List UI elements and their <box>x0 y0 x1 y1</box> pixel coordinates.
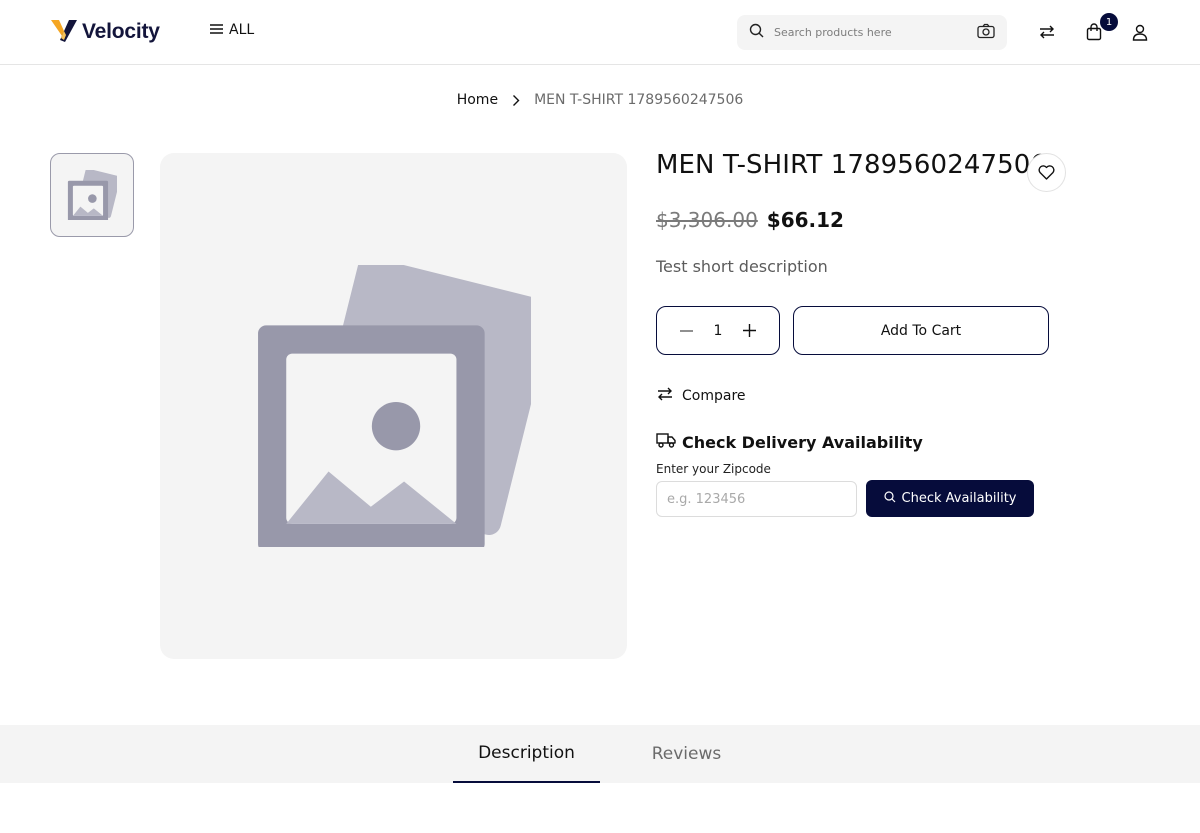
user-icon[interactable] <box>1128 20 1152 44</box>
product-thumbnail[interactable] <box>50 153 134 237</box>
short-description: Test short description <box>656 257 828 276</box>
quantity-decrease-button[interactable] <box>675 320 697 342</box>
all-categories-menu[interactable]: ALL <box>210 20 254 39</box>
camera-icon[interactable] <box>977 23 995 43</box>
truck-icon <box>656 432 676 452</box>
logo-mark-icon <box>50 18 78 46</box>
search-bar <box>737 15 1007 50</box>
search-icon[interactable] <box>749 23 764 42</box>
quantity-stepper: 1 <box>656 306 780 355</box>
breadcrumb: Home MEN T-SHIRT 1789560247506 <box>0 92 1200 108</box>
tab-reviews[interactable]: Reviews <box>613 725 760 783</box>
delivery-title: Check Delivery Availability <box>682 432 923 452</box>
compare-label: Compare <box>682 388 746 404</box>
original-price: $3,306.00 <box>656 208 758 232</box>
logo[interactable]: Velocity <box>50 18 160 46</box>
check-availability-button[interactable]: Check Availability <box>866 480 1034 517</box>
heart-icon <box>1038 165 1055 180</box>
sale-price: $66.12 <box>766 208 844 232</box>
search-input[interactable] <box>774 26 977 39</box>
product-title: MEN T-SHIRT 1789560247506 <box>656 150 1048 180</box>
compare-icon[interactable] <box>1035 20 1059 44</box>
plus-icon <box>743 324 757 337</box>
image-placeholder-icon <box>257 265 531 547</box>
compare-icon <box>656 386 674 406</box>
breadcrumb-current: MEN T-SHIRT 1789560247506 <box>534 92 744 108</box>
chevron-right-icon <box>512 94 520 107</box>
search-icon <box>883 490 896 507</box>
price-block: $3,306.00 $66.12 <box>656 208 844 232</box>
quantity-increase-button[interactable] <box>739 320 761 342</box>
delivery-heading: Check Delivery Availability <box>656 432 923 452</box>
zipcode-input[interactable] <box>656 481 857 517</box>
cart-count-badge: 1 <box>1100 13 1118 31</box>
product-main-image[interactable] <box>160 153 627 659</box>
logo-text: Velocity <box>82 20 160 43</box>
breadcrumb-home-link[interactable]: Home <box>457 92 498 108</box>
check-availability-label: Check Availability <box>901 491 1017 506</box>
image-placeholder-icon <box>67 170 117 220</box>
tab-description[interactable]: Description <box>453 725 600 783</box>
wishlist-button[interactable] <box>1027 153 1066 192</box>
menu-label: ALL <box>229 21 255 38</box>
compare-button[interactable]: Compare <box>656 386 746 406</box>
site-header: Velocity ALL 1 <box>0 0 1200 65</box>
add-to-cart-button[interactable]: Add To Cart <box>793 306 1049 355</box>
zipcode-label: Enter your Zipcode <box>656 462 771 476</box>
quantity-value: 1 <box>713 322 723 339</box>
minus-icon <box>679 329 693 332</box>
product-tabs: Description Reviews <box>0 725 1200 783</box>
menu-icon <box>210 20 223 39</box>
